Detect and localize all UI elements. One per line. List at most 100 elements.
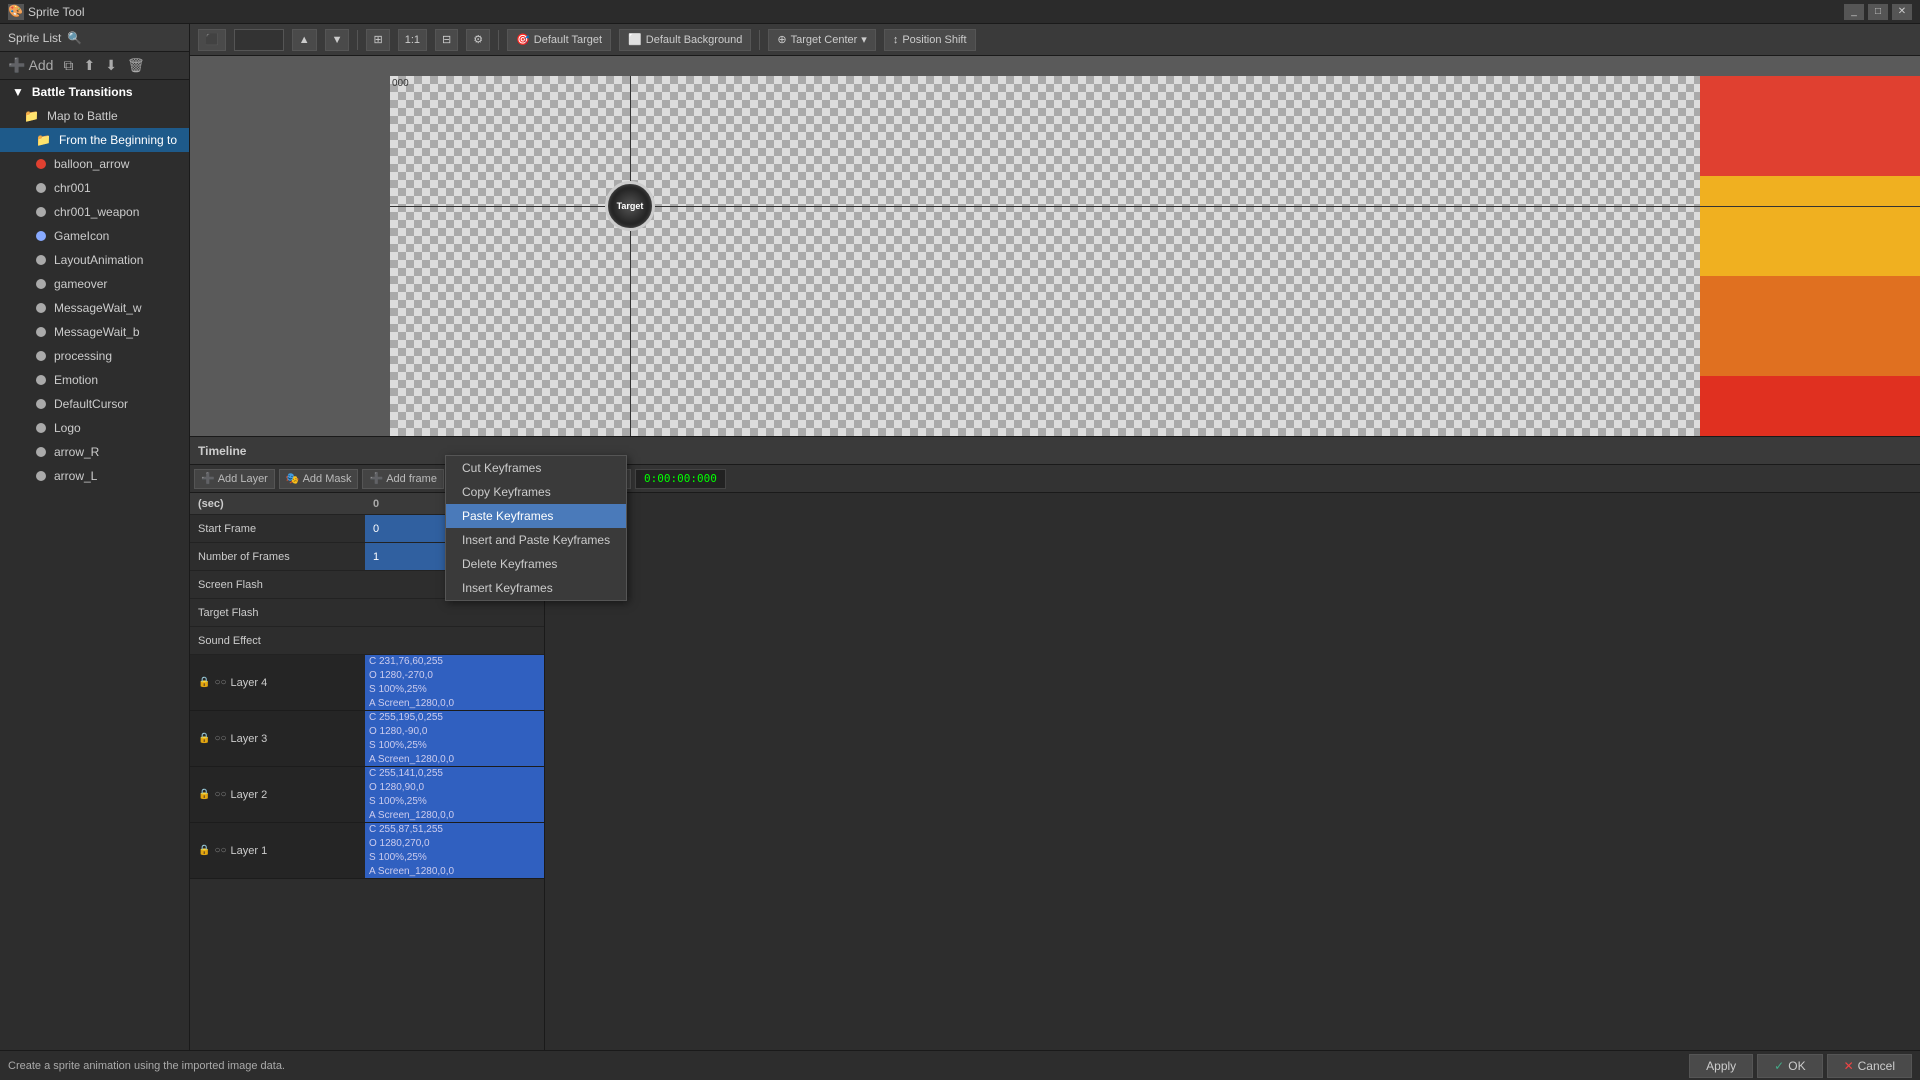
layer-oo-btn[interactable]: ○○ [214,845,226,856]
canvas-background [390,76,1920,436]
tree-item-label: Emotion [54,373,98,387]
ok-button[interactable]: ✓ OK [1757,1054,1822,1078]
layer-label-4: 🔒○○Layer 1 [190,823,365,878]
fit-button[interactable]: ⊞ [366,29,389,51]
layer-row-1: 🔒○○Layer 4C 231,76,60,255O 1280,-270,0S … [190,655,544,711]
maximize-button[interactable]: □ [1868,4,1888,20]
move-down-button[interactable]: ⬇ [101,55,121,76]
search-icon[interactable]: 🔍 [67,31,82,45]
add-mask-button[interactable]: 🎭 Add Mask [279,469,359,489]
sidebar-item-processing[interactable]: processing [0,344,189,368]
tree-item-label: Map to Battle [47,109,118,123]
sidebar-item-defaultcursor[interactable]: DefaultCursor [0,392,189,416]
zoom-1x-button[interactable]: 1:1 [398,29,427,51]
timeline-tracks[interactable] [545,493,1920,1080]
sidebar-item-gameicon[interactable]: GameIcon [0,224,189,248]
sidebar-item-map-to-battle[interactable]: 📁Map to Battle [0,104,189,128]
ctx-item-insert-paste-keyframes[interactable]: Insert and Paste Keyframes [446,528,626,552]
tree-item-label: From the Beginning to [59,133,177,147]
sidebar-toolbar: ➕ Add ⧉ ⬆ ⬇ 🗑 [0,52,189,80]
zoom-out-button[interactable]: ⬛ [198,29,226,51]
target-circle: Target [605,181,655,231]
cancel-button[interactable]: ✕ Cancel [1827,1054,1912,1078]
settings-button[interactable]: ⚙ [466,29,490,51]
color-dot [36,255,46,265]
add-layer-button[interactable]: ➕ Add Layer [194,469,275,489]
canvas-area[interactable]: 000 Target [190,56,1920,436]
sidebar-item-emotion[interactable]: Emotion [0,368,189,392]
layer-data-line: S 100%,25% [369,795,427,809]
tree-item-label: LayoutAnimation [54,253,143,267]
sidebar-item-arrow-l[interactable]: arrow_L [0,464,189,488]
layer-data-line: C 255,87,51,255 [369,823,443,837]
target-center-button[interactable]: ⊕ Target Center ▾ [768,29,875,51]
default-target-button[interactable]: 🎯 Default Target [507,29,611,51]
apply-button[interactable]: Apply [1689,1054,1753,1078]
add-sprite-button[interactable]: ➕ Add [4,55,57,76]
lock-icon[interactable]: 🔒 [198,677,210,688]
default-background-label: Default Background [646,34,743,46]
close-button[interactable]: ✕ [1892,4,1912,20]
minimize-button[interactable]: _ [1844,4,1864,20]
sidebar-tree: ▼Battle Transitions📁Map to Battle📁From t… [0,80,189,1080]
color-dot [36,471,46,481]
separator-3 [759,30,760,50]
sidebar-item-from-beginning[interactable]: 📁From the Beginning to [0,128,189,152]
sidebar-item-gameover[interactable]: gameover [0,272,189,296]
lock-icon[interactable]: 🔒 [198,845,210,856]
sidebar-item-logo[interactable]: Logo [0,416,189,440]
screen-flash-label: Screen Flash [190,579,365,591]
layer-data-3[interactable]: C 255,141,0,255O 1280,90,0S 100%,25%A Sc… [365,767,544,822]
layer-data-1[interactable]: C 231,76,60,255O 1280,-270,0S 100%,25%A … [365,655,544,710]
color-dot [36,159,46,169]
sidebar-item-chr001[interactable]: chr001 [0,176,189,200]
layer-data-line: A Screen_1280,0,0 [369,753,454,767]
color-block-yellow [1700,176,1920,276]
color-block-red-bottom [1700,376,1920,436]
tree-item-label: arrow_L [54,469,97,483]
target-label: Target [617,201,644,211]
add-frame-button[interactable]: ➕ Add frame [362,469,443,489]
layer-data-line: O 1280,-90,0 [369,725,427,739]
sidebar-item-arrow-r[interactable]: arrow_R [0,440,189,464]
duplicate-button[interactable]: ⧉ [59,55,77,76]
ctx-item-insert-keyframes[interactable]: Insert Keyframes [446,576,626,600]
layer-oo-btn[interactable]: ○○ [214,789,226,800]
zoom-input[interactable]: 0.50 [234,29,284,51]
layer-oo-btn[interactable]: ○○ [214,677,226,688]
sidebar-item-layoutanimation[interactable]: LayoutAnimation [0,248,189,272]
color-dot [36,303,46,313]
layer-row-2: 🔒○○Layer 3C 255,195,0,255O 1280,-90,0S 1… [190,711,544,767]
default-background-button[interactable]: ⬜ Default Background [619,29,751,51]
lock-icon[interactable]: 🔒 [198,733,210,744]
tree-item-label: arrow_R [54,445,99,459]
sidebar-item-balloon-arrow[interactable]: balloon_arrow [0,152,189,176]
layer-oo-btn[interactable]: ○○ [214,733,226,744]
title-bar: 🎨 Sprite Tool _ □ ✕ [0,0,1920,24]
grid-button[interactable]: ⊟ [435,29,458,51]
zoom-up-button[interactable]: ▲ [292,29,317,51]
zoom-down-button[interactable]: ▼ [325,29,350,51]
ctx-item-delete-keyframes[interactable]: Delete Keyframes [446,552,626,576]
delete-button[interactable]: 🗑 [123,55,149,76]
target-flash-value [365,599,544,626]
sidebar-item-chr001-weapon[interactable]: chr001_weapon [0,200,189,224]
position-shift-button[interactable]: ↕ Position Shift [884,29,976,51]
color-dot [36,399,46,409]
sec-header: (sec) [190,498,365,510]
sidebar-item-messagewait-b[interactable]: MessageWait_b [0,320,189,344]
sidebar-item-messagewait-w[interactable]: MessageWait_w [0,296,189,320]
ctx-item-cut-keyframes[interactable]: Cut Keyframes [446,456,626,480]
layer-data-line: A Screen_1280,0,0 [369,697,454,711]
tree-item-label: MessageWait_b [54,325,140,339]
ctx-item-paste-keyframes[interactable]: Paste Keyframes [446,504,626,528]
layer-label-1: 🔒○○Layer 4 [190,655,365,710]
ctx-item-copy-keyframes[interactable]: Copy Keyframes [446,480,626,504]
layer-data-4[interactable]: C 255,87,51,255O 1280,270,0S 100%,25%A S… [365,823,544,878]
layer-data-2[interactable]: C 255,195,0,255O 1280,-90,0S 100%,25%A S… [365,711,544,766]
move-up-button[interactable]: ⬆ [79,55,99,76]
color-block-orange [1700,276,1920,376]
tree-item-label: chr001_weapon [54,205,139,219]
sidebar-item-battle-transitions[interactable]: ▼Battle Transitions [0,80,189,104]
lock-icon[interactable]: 🔒 [198,789,210,800]
